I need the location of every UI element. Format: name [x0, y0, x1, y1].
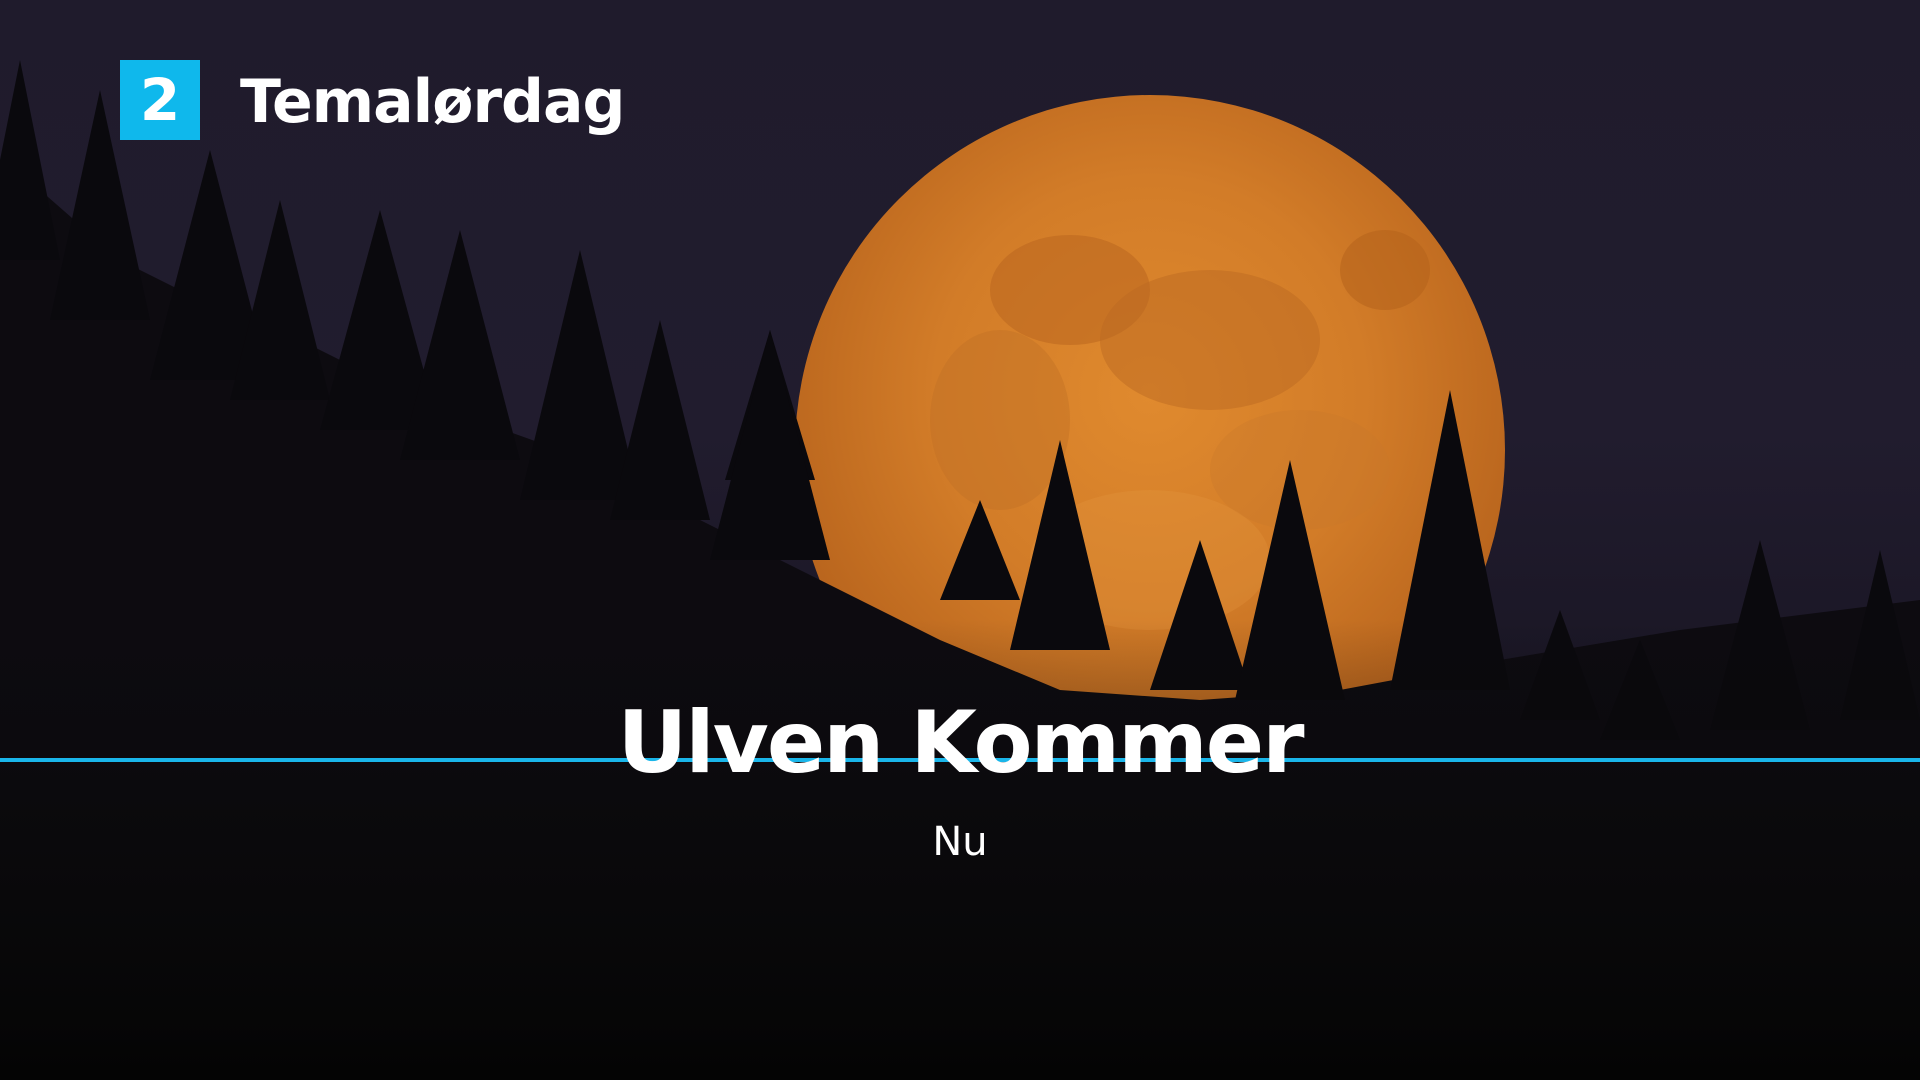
- channel-number: 2: [139, 66, 181, 134]
- channel-logo: 2: [120, 60, 200, 140]
- program-title: Ulven Kommer: [617, 693, 1304, 793]
- tv-screen: 2 Temalørdag Ulven Kommer Nu: [0, 0, 1920, 1080]
- program-status: Nu: [932, 819, 988, 865]
- background-image: [0, 60, 1920, 1080]
- channel-name: Temalørdag: [240, 67, 625, 137]
